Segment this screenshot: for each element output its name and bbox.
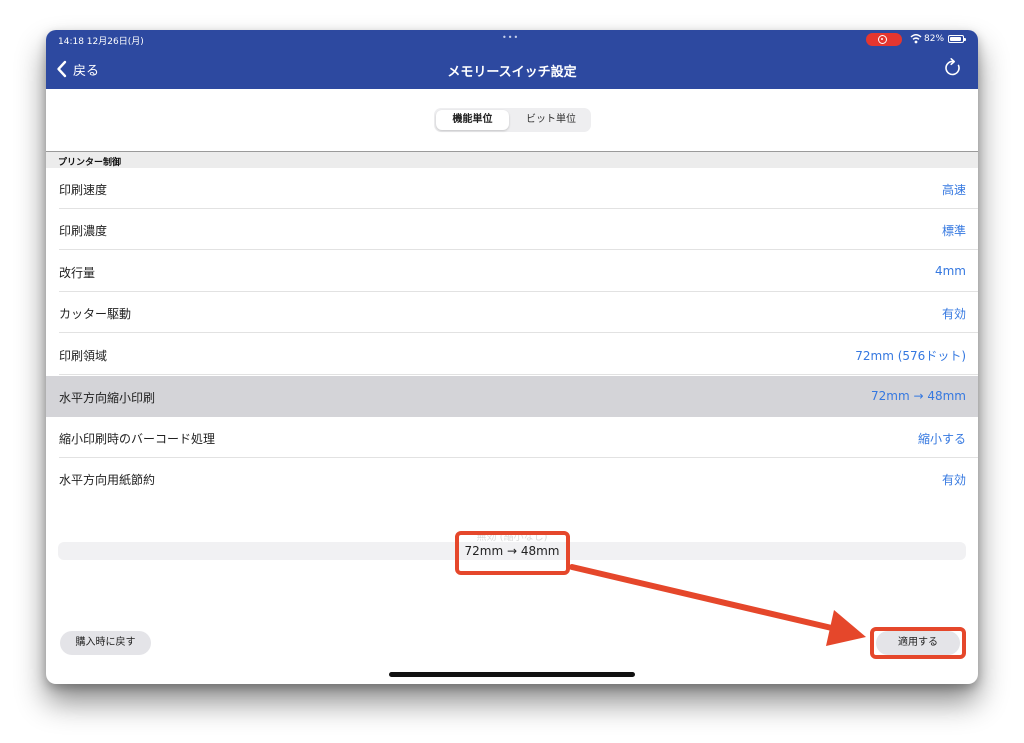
reset-to-default-button[interactable]: 購入時に戻す	[60, 631, 151, 655]
setting-value: 4mm	[934, 264, 966, 278]
setting-label: 縮小印刷時のバーコード処理	[59, 432, 216, 446]
setting-label: 水平方向縮小印刷	[59, 391, 156, 405]
battery-percentage: 82%	[924, 34, 945, 44]
setting-label: カッター駆動	[59, 307, 132, 321]
setting-row-print-speed[interactable]: 印刷速度 高速	[46, 168, 978, 209]
setting-row-paper-saving[interactable]: 水平方向用紙節約 有効	[46, 458, 978, 499]
setting-label: 水平方向用紙節約	[59, 473, 156, 487]
status-bar: 14:18 12月26日(月) ••• 82%	[46, 30, 978, 48]
setting-value: 72mm → 48mm	[871, 389, 966, 403]
setting-value: 有効	[941, 307, 966, 321]
segment-bit-unit[interactable]: ビット単位	[513, 110, 589, 130]
setting-row-print-density[interactable]: 印刷濃度 標準	[46, 209, 978, 250]
wifi-icon	[910, 34, 922, 44]
section-header: プリンター制御	[46, 152, 978, 168]
setting-row-cutter[interactable]: カッター駆動 有効	[46, 292, 978, 333]
status-time: 14:18 12月26日(月)	[58, 37, 144, 47]
setting-value: 有効	[941, 473, 966, 487]
multitask-dots[interactable]: •••	[502, 33, 519, 42]
setting-label: 印刷領域	[59, 349, 108, 363]
battery-icon	[948, 35, 966, 43]
settings-table: プリンター制御 印刷速度 高速 印刷濃度 標準 改行量 4mm カッター駆動 有…	[46, 151, 978, 499]
screen-record-icon[interactable]	[866, 33, 902, 46]
setting-label: 改行量	[59, 266, 96, 280]
section-title: プリンター制御	[58, 158, 122, 168]
setting-value: 縮小する	[917, 432, 966, 446]
segment-function-unit[interactable]: 機能単位	[436, 110, 509, 130]
annotation-highlight-picker	[455, 531, 570, 575]
setting-value: 標準	[941, 224, 966, 238]
home-indicator[interactable]	[389, 672, 635, 677]
setting-row-line-feed[interactable]: 改行量 4mm	[46, 251, 978, 292]
setting-row-horizontal-reduction[interactable]: 水平方向縮小印刷 72mm → 48mm	[46, 376, 978, 417]
setting-value: 高速	[941, 183, 966, 197]
unit-segmented-control: 機能単位 ビット単位	[434, 108, 591, 132]
setting-label: 印刷速度	[59, 183, 108, 197]
page-title: メモリースイッチ設定	[447, 65, 577, 80]
setting-label: 印刷濃度	[59, 224, 108, 238]
annotation-highlight-apply	[870, 627, 966, 659]
ipad-screen: 14:18 12月26日(月) ••• 82% 戻る メモリースイッチ設定 機能…	[46, 30, 978, 684]
setting-row-print-area[interactable]: 印刷領域 72mm (576ドット)	[46, 334, 978, 375]
setting-value: 72mm (576ドット)	[855, 349, 966, 363]
refresh-icon[interactable]	[942, 57, 964, 79]
navigation-bar: 戻る メモリースイッチ設定	[46, 48, 978, 89]
setting-row-barcode-reduction[interactable]: 縮小印刷時のバーコード処理 縮小する	[46, 417, 978, 458]
